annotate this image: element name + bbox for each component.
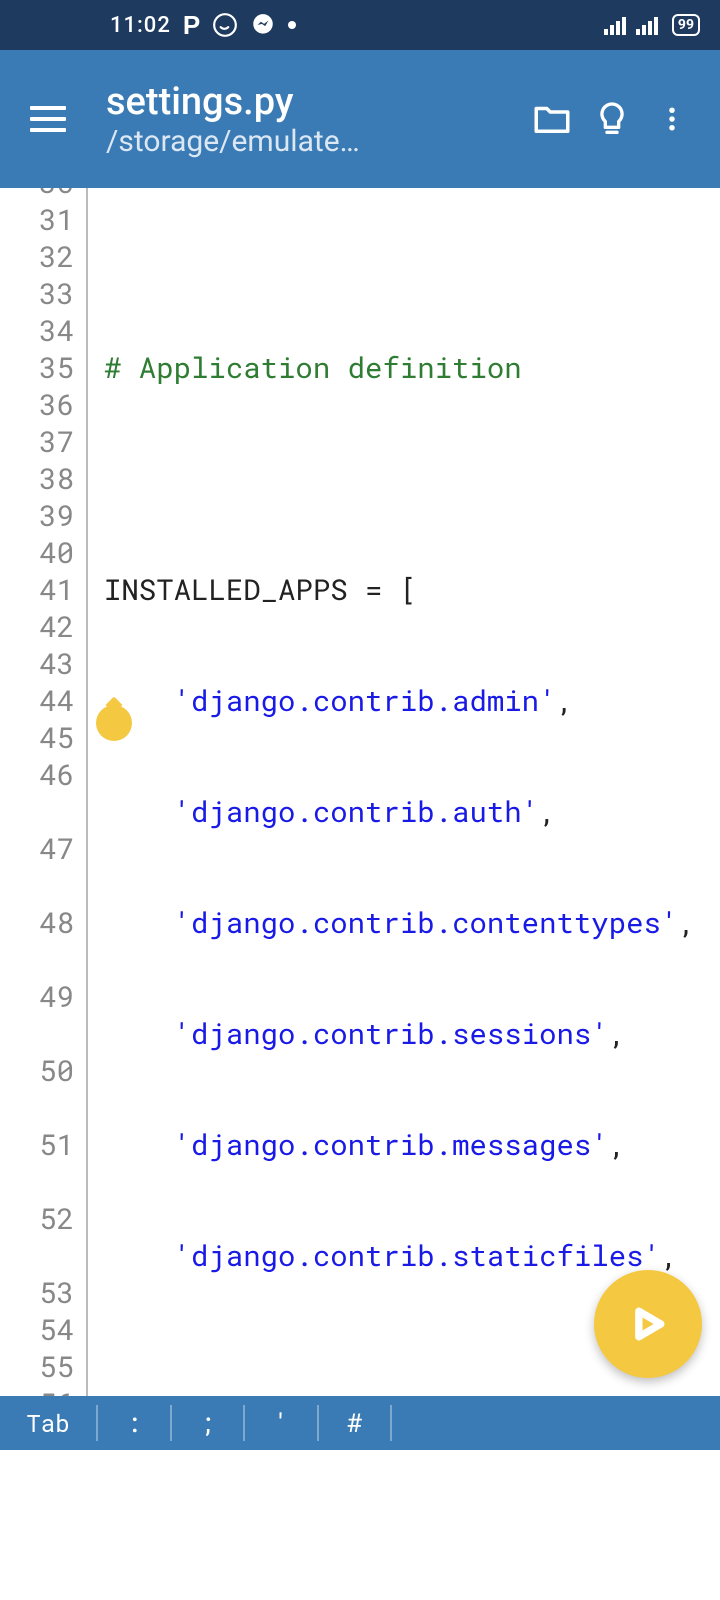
hamburger-icon <box>30 99 66 139</box>
line-number-continuation <box>0 867 74 904</box>
line-number: 50 <box>0 1052 74 1089</box>
keyboard-bar: Tab : ; ' # <box>0 1396 720 1450</box>
status-time: 11:02 <box>110 13 171 38</box>
line-number: 52 <box>0 1200 74 1237</box>
menu-button[interactable] <box>18 99 78 139</box>
line-number: 40 <box>0 534 74 571</box>
line-number-gutter: 3031323334353637383940414243444546474849… <box>0 188 86 1450</box>
line-number: 31 <box>0 201 74 238</box>
tab-key[interactable]: Tab <box>0 1405 96 1442</box>
file-path: /storage/emulate… <box>106 124 386 159</box>
code-line[interactable]: # Application definition <box>104 349 720 386</box>
line-number: 36 <box>0 386 74 423</box>
hint-button[interactable] <box>582 99 642 139</box>
lightbulb-icon <box>592 99 632 139</box>
hash-key[interactable]: # <box>319 1405 391 1442</box>
semicolon-key[interactable]: ; <box>172 1405 244 1442</box>
line-number-continuation <box>0 1237 74 1274</box>
line-number: 45 <box>0 719 74 756</box>
folder-button[interactable] <box>522 98 582 140</box>
appbar-title-area[interactable]: settings.py /storage/emulate… <box>106 80 522 159</box>
line-number: 46 <box>0 756 74 793</box>
line-number: 51 <box>0 1126 74 1163</box>
line-number: 32 <box>0 238 74 275</box>
line-number: 54 <box>0 1311 74 1348</box>
signal-icon-2 <box>636 15 658 35</box>
code-line[interactable]: 'django.contrib.admin', <box>104 682 720 719</box>
signal-icon-1 <box>604 15 626 35</box>
whatsapp-icon <box>212 12 238 38</box>
run-button[interactable] <box>594 1270 702 1378</box>
line-number: 49 <box>0 978 74 1015</box>
p-icon: P <box>183 10 200 41</box>
quote-key[interactable]: ' <box>245 1405 317 1442</box>
line-number: 42 <box>0 608 74 645</box>
colon-key[interactable]: : <box>98 1405 170 1442</box>
dot-icon <box>288 21 296 29</box>
line-number: 47 <box>0 830 74 867</box>
line-number-continuation <box>0 1089 74 1126</box>
play-icon <box>626 1302 670 1346</box>
line-number-continuation <box>0 793 74 830</box>
status-right: 99 <box>604 14 700 36</box>
more-vert-icon <box>657 99 687 139</box>
line-number: 37 <box>0 423 74 460</box>
code-line[interactable]: 'django.contrib.auth', <box>104 793 720 830</box>
status-bar: 11:02 P 99 <box>0 0 720 50</box>
line-number: 43 <box>0 645 74 682</box>
code-line[interactable] <box>104 238 720 275</box>
line-number: 53 <box>0 1274 74 1311</box>
status-left: 11:02 P <box>20 10 296 41</box>
code-area[interactable]: # Application definition INSTALLED_APPS … <box>86 188 720 1450</box>
file-name: settings.py <box>106 80 522 124</box>
line-number: 35 <box>0 349 74 386</box>
messenger-icon <box>250 12 276 38</box>
line-number: 41 <box>0 571 74 608</box>
code-line[interactable]: 'django.contrib.sessions', <box>104 1015 720 1052</box>
line-number: 55 <box>0 1348 74 1385</box>
line-number: 33 <box>0 275 74 312</box>
app-bar: settings.py /storage/emulate… <box>0 50 720 188</box>
line-number-continuation <box>0 941 74 978</box>
line-number: 38 <box>0 460 74 497</box>
code-line[interactable]: 'django.contrib.contenttypes', <box>104 904 720 941</box>
code-editor[interactable]: 3031323334353637383940414243444546474849… <box>0 188 720 1450</box>
cursor-handle[interactable] <box>96 705 132 741</box>
line-number: 34 <box>0 312 74 349</box>
code-line[interactable] <box>104 460 720 497</box>
code-line[interactable]: 'django.contrib.staticfiles', <box>104 1237 720 1274</box>
battery-icon: 99 <box>672 14 700 36</box>
line-number: 48 <box>0 904 74 941</box>
code-line[interactable]: 'django.contrib.messages', <box>104 1126 720 1163</box>
line-number-continuation <box>0 1163 74 1200</box>
folder-icon <box>531 98 573 140</box>
line-number: 44 <box>0 682 74 719</box>
line-number: 39 <box>0 497 74 534</box>
battery-level: 99 <box>678 16 694 34</box>
separator <box>390 1405 392 1441</box>
line-number-continuation <box>0 1015 74 1052</box>
overflow-button[interactable] <box>642 99 702 139</box>
code-line[interactable]: INSTALLED_APPS = [ <box>104 571 720 608</box>
